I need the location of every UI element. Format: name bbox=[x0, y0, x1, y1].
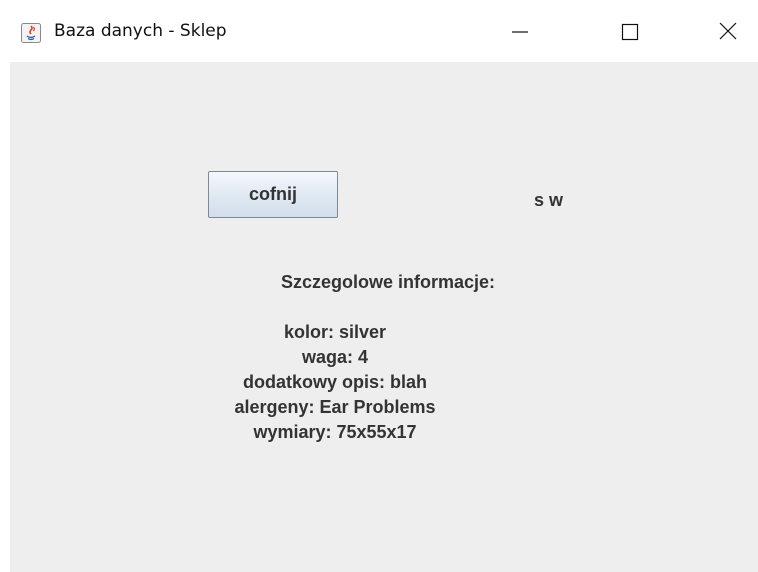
back-button[interactable]: cofnij bbox=[208, 171, 338, 218]
window-title: Baza danych - Sklep bbox=[54, 21, 227, 41]
details-list: kolor: silver waga: 4 dodatkowy opis: bl… bbox=[10, 320, 660, 445]
detail-color: kolor: silver bbox=[283, 322, 387, 342]
minimize-icon bbox=[512, 31, 528, 33]
detail-weight: waga: 4 bbox=[301, 347, 369, 367]
detail-description: dodatkowy opis: blah bbox=[242, 372, 427, 392]
maximize-button[interactable] bbox=[600, 8, 660, 54]
app-window: Baza danych - Sklep cofnij s w Szczegolo… bbox=[10, 0, 758, 572]
details-heading: Szczegolowe informacje: bbox=[280, 272, 496, 292]
close-button[interactable] bbox=[698, 8, 758, 54]
minimize-button[interactable] bbox=[490, 8, 550, 54]
close-icon bbox=[719, 22, 737, 40]
detail-dimensions: wymiary: 75x55x17 bbox=[253, 422, 417, 442]
maximize-icon bbox=[621, 23, 639, 41]
product-name-label: s w bbox=[534, 190, 564, 210]
content-panel: cofnij s w Szczegolowe informacje: kolor… bbox=[10, 62, 758, 572]
java-app-icon bbox=[21, 23, 41, 43]
detail-allergens: alergeny: Ear Problems bbox=[234, 397, 436, 417]
title-bar[interactable]: Baza danych - Sklep bbox=[10, 8, 758, 60]
